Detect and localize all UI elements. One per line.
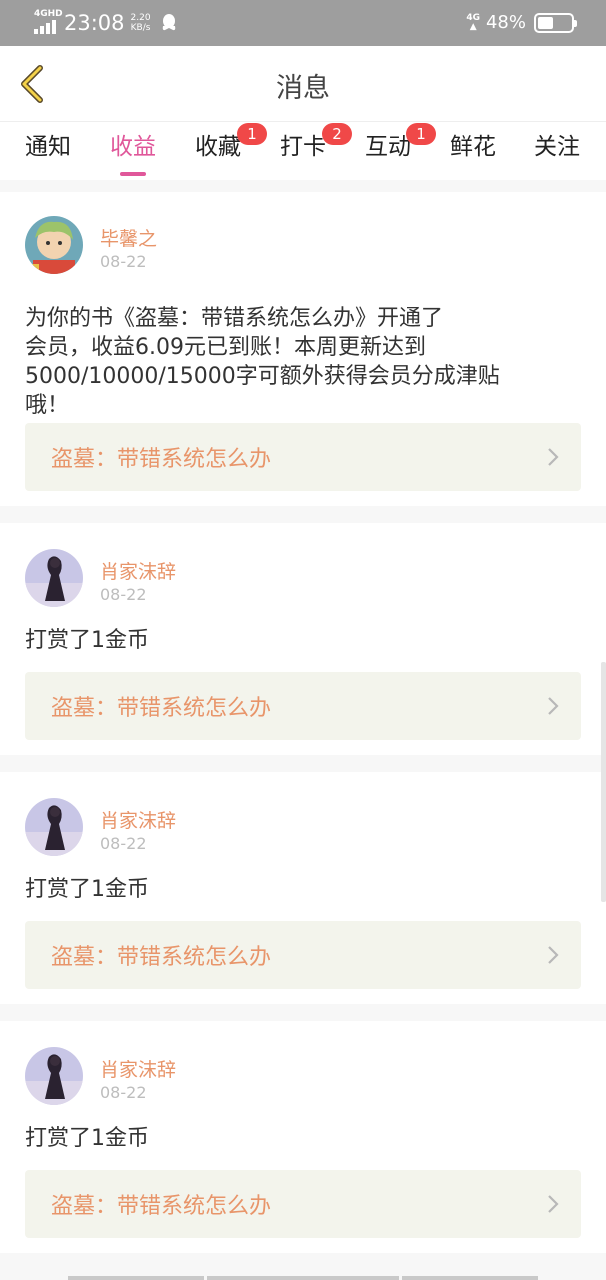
message-line: 打赏了1金币	[25, 1126, 149, 1151]
message-card: 毕馨之 08-22 为你的书《盗墓：带错系统怎么办》开通了 会员，收益6.09元…	[0, 192, 606, 506]
network-type: 4GHD	[34, 9, 63, 19]
message-text: 打赏了1金币	[25, 1124, 565, 1153]
tab-label: 收益	[110, 134, 156, 160]
active-tab-underline	[120, 172, 146, 176]
chevron-right-icon	[548, 1195, 559, 1213]
tab-favorites[interactable]: 收藏 1	[183, 123, 267, 178]
tab-checkin[interactable]: 打卡 2	[268, 123, 352, 178]
tab-label: 关注	[534, 134, 580, 160]
tab-interaction[interactable]: 互动 1	[353, 123, 436, 178]
message-text: 打赏了1金币	[25, 875, 565, 904]
avatar[interactable]	[25, 549, 83, 607]
avatar-image	[25, 216, 83, 274]
sender-name[interactable]: 肖家沫辞	[100, 1055, 176, 1082]
message-date: 08-22	[100, 585, 147, 604]
status-bar: 4GHD 23:08 2.20 KB/s 4G ▲ 48%	[0, 0, 606, 46]
book-title: 盗墓：带错系统怎么办	[51, 945, 272, 970]
avatar[interactable]	[25, 1047, 83, 1105]
avatar[interactable]	[25, 798, 83, 856]
message-line: 会员，收益6.09元已到账！本周更新达到	[25, 335, 426, 360]
page-title: 消息	[276, 73, 330, 104]
message-line: 打赏了1金币	[25, 877, 149, 902]
sender-name[interactable]: 肖家沫辞	[100, 806, 176, 833]
book-title: 盗墓：带错系统怎么办	[51, 696, 272, 721]
unread-badge: 1	[406, 123, 436, 145]
avatar[interactable]	[25, 216, 83, 274]
message-card: 肖家沫辞 08-22 打赏了1金币 盗墓：带错系统怎么办	[0, 772, 606, 1004]
message-line: 哦！	[25, 393, 70, 418]
sender-name[interactable]: 肖家沫辞	[100, 557, 176, 584]
sender-name[interactable]: 毕馨之	[100, 224, 157, 251]
avatar-image	[25, 549, 83, 607]
message-text: 打赏了1金币	[25, 626, 565, 655]
tab-label: 通知	[25, 134, 71, 160]
book-title: 盗墓：带错系统怎么办	[51, 1194, 272, 1219]
signal-icon	[34, 19, 56, 34]
nav-header: 消息	[0, 46, 606, 122]
tab-notice[interactable]: 通知	[13, 130, 83, 178]
book-link[interactable]: 盗墓：带错系统怎么办	[25, 423, 581, 491]
network-4g: 4G ▲	[466, 12, 480, 32]
book-title: 盗墓：带错系统怎么办	[51, 447, 272, 472]
network-speed: 2.20 KB/s	[131, 13, 151, 33]
message-card: 肖家沫辞 08-22 打赏了1金币 盗墓：带错系统怎么办	[0, 523, 606, 755]
tab-flowers[interactable]: 鲜花	[438, 130, 508, 178]
speed-unit: KB/s	[130, 22, 151, 33]
avatar-image	[25, 798, 83, 856]
battery-percent: 48%	[485, 12, 526, 33]
message-text: 为你的书《盗墓：带错系统怎么办》开通了 会员，收益6.09元已到账！本周更新达到…	[25, 304, 565, 420]
tab-bar: 通知 收益 收藏 1 打卡 2 互动 1 鲜花 关注	[0, 122, 606, 180]
book-link[interactable]: 盗墓：带错系统怎么办	[25, 1170, 581, 1238]
tab-label: 收藏	[195, 134, 241, 160]
tab-earnings[interactable]: 收益	[98, 130, 168, 178]
tab-label: 打卡	[280, 134, 326, 160]
unread-badge: 1	[237, 123, 267, 145]
unread-badge: 2	[322, 123, 352, 145]
chevron-right-icon	[548, 946, 559, 964]
scrollbar[interactable]	[601, 662, 606, 902]
message-date: 08-22	[100, 1083, 147, 1102]
home-indicator	[68, 1276, 538, 1280]
status-time: 23:08	[64, 11, 125, 35]
book-link[interactable]: 盗墓：带错系统怎么办	[25, 921, 581, 989]
tab-follow[interactable]: 关注	[522, 130, 592, 178]
status-right: 4G ▲ 48%	[466, 12, 577, 33]
tab-label: 鲜花	[450, 134, 496, 160]
chevron-right-icon	[548, 697, 559, 715]
speed-value: 2.20	[130, 12, 151, 23]
status-left: 4GHD 23:08 2.20 KB/s	[34, 10, 177, 35]
message-date: 08-22	[100, 834, 147, 853]
tab-label: 互动	[365, 134, 411, 160]
message-date: 08-22	[100, 252, 147, 271]
avatar-image	[25, 1047, 83, 1105]
chevron-right-icon	[548, 448, 559, 466]
book-link[interactable]: 盗墓：带错系统怎么办	[25, 672, 581, 740]
message-card: 肖家沫辞 08-22 打赏了1金币 盗墓：带错系统怎么办	[0, 1021, 606, 1253]
qq-icon	[162, 13, 175, 30]
message-line: 打赏了1金币	[25, 628, 149, 653]
message-line: 5000/10000/15000字可额外获得会员分成津贴	[25, 364, 500, 389]
message-line: 为你的书《盗墓：带错系统怎么办》开通了	[25, 306, 444, 331]
battery-icon	[534, 12, 577, 33]
